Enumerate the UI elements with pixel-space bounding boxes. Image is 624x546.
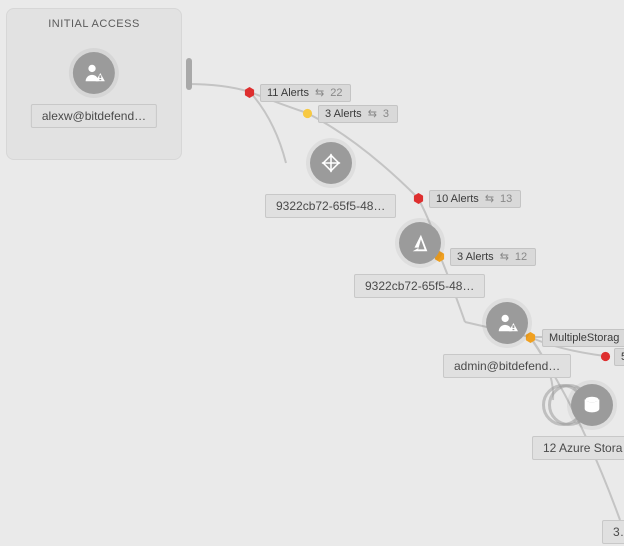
azure-icon — [399, 222, 441, 264]
node-label: 9322cb72-65f5-48… — [354, 274, 485, 298]
alert-pill[interactable]: 11 Alerts ⇆ 22 — [260, 84, 351, 102]
alert-count: 13 — [500, 192, 512, 206]
swap-icon: ⇆ — [485, 192, 494, 206]
node-label: 3 Az — [602, 520, 624, 544]
alert-count: 3 — [383, 107, 389, 121]
graph-node[interactable]: admin@bitdefend… — [443, 302, 571, 378]
alert-text: 3 Alerts — [325, 107, 362, 121]
node-label: 12 Azure Storages — [532, 436, 624, 460]
severity-hex-high — [244, 87, 255, 98]
attack-graph-canvas[interactable]: INITIAL ACCESS alexw@bitdefend… 11 Alert… — [0, 0, 624, 546]
alert-text: 11 Alerts — [267, 86, 309, 100]
alert-text: 10 Alerts — [436, 192, 479, 206]
alert-pill[interactable]: 10 Alerts ⇆ 13 — [429, 190, 521, 208]
graph-node-root[interactable]: alexw@bitdefend… — [31, 52, 157, 128]
panel-scroll-handle[interactable] — [186, 58, 192, 90]
graph-node[interactable]: 3 Az — [602, 510, 624, 544]
alert-pill[interactable]: 3 Alerts ⇆ 3 — [318, 105, 398, 123]
initial-access-panel: INITIAL ACCESS alexw@bitdefend… — [6, 8, 182, 160]
swap-icon: ⇆ — [315, 86, 324, 100]
user-alert-icon — [486, 302, 528, 344]
severity-dot-high — [600, 351, 611, 362]
swap-icon: ⇆ — [368, 107, 377, 121]
storage-icon — [571, 384, 613, 426]
graph-node[interactable]: 9322cb72-65f5-48… — [354, 222, 485, 298]
alert-count: 12 — [515, 250, 527, 264]
diamond-icon — [310, 142, 352, 184]
graph-node[interactable]: 9322cb72-65f5-48… — [265, 142, 396, 218]
node-label: alexw@bitdefend… — [31, 104, 157, 128]
graph-node[interactable]: 12 Azure Storages — [532, 384, 624, 460]
swap-icon: ⇆ — [500, 250, 509, 264]
user-alert-icon — [73, 52, 115, 94]
alert-count: 22 — [330, 86, 342, 100]
node-label: admin@bitdefend… — [443, 354, 571, 378]
alert-pill[interactable]: 5 A — [614, 348, 624, 366]
panel-title: INITIAL ACCESS — [6, 8, 182, 30]
severity-hex-high — [413, 193, 424, 204]
node-label: 9322cb72-65f5-48… — [265, 194, 396, 218]
severity-dot-warn — [302, 108, 313, 119]
